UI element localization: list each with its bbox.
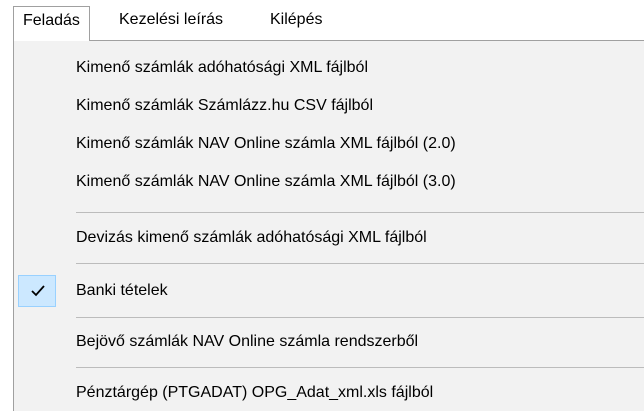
menu-item-label: Devizás kimenő számlák adóhatósági XML f…: [76, 229, 427, 246]
checkmark-icon: [31, 285, 45, 297]
menu-item-label: Kimenő számlák NAV Online számla XML fáj…: [76, 173, 456, 190]
menu-item-kimeno-nav-online-2-0[interactable]: Kimenő számlák NAV Online számla XML fáj…: [14, 128, 643, 160]
menu-item-label: Kimenő számlák NAV Online számla XML fáj…: [76, 135, 456, 152]
menu-item-kimeno-adohatosagi-xml[interactable]: Kimenő számlák adóhatósági XML fájlból: [14, 52, 643, 84]
menu-separator: [76, 367, 644, 368]
menu-item-kimeno-szamlazz-csv[interactable]: Kimenő számlák Számlázz.hu CSV fájlból: [14, 90, 643, 122]
checked-indicator: [18, 275, 56, 307]
menu-separator: [76, 263, 644, 264]
menu-item-label: Pénztárgép (PTGADAT) OPG_Adat_xml.xls fá…: [76, 384, 434, 401]
menu-item-penztargep-ptgadat[interactable]: Pénztárgép (PTGADAT) OPG_Adat_xml.xls fá…: [14, 377, 643, 409]
feladas-dropdown-menu: Kimenő számlák adóhatósági XML fájlból K…: [13, 40, 644, 411]
menu-separator: [76, 212, 644, 213]
menu-item-label: Kimenő számlák adóhatósági XML fájlból: [76, 59, 369, 76]
menu-item-kimeno-nav-online-3-0[interactable]: Kimenő számlák NAV Online számla XML fáj…: [14, 166, 643, 198]
menu-item-banki-tetelek[interactable]: Banki tételek: [14, 275, 643, 307]
menu-kezelesi-leiras[interactable]: Kezelési leírás: [110, 6, 232, 34]
menu-item-label: Banki tételek: [76, 282, 168, 299]
menu-item-label: Kimenő számlák Számlázz.hu CSV fájlból: [76, 97, 374, 114]
menu-item-bejovo-nav-online[interactable]: Bejövő számlák NAV Online számla rendsze…: [14, 326, 643, 358]
menu-item-label: Bejövő számlák NAV Online számla rendsze…: [76, 333, 419, 350]
menu-feladas[interactable]: Feladás: [13, 6, 90, 41]
menu-separator: [76, 317, 644, 318]
menu-bar: Feladás Kezelési leírás Kilépés: [0, 0, 644, 41]
menu-kilepes[interactable]: Kilépés: [261, 6, 331, 34]
menu-item-devizas-kimeno-xml[interactable]: Devizás kimenő számlák adóhatósági XML f…: [14, 222, 643, 254]
